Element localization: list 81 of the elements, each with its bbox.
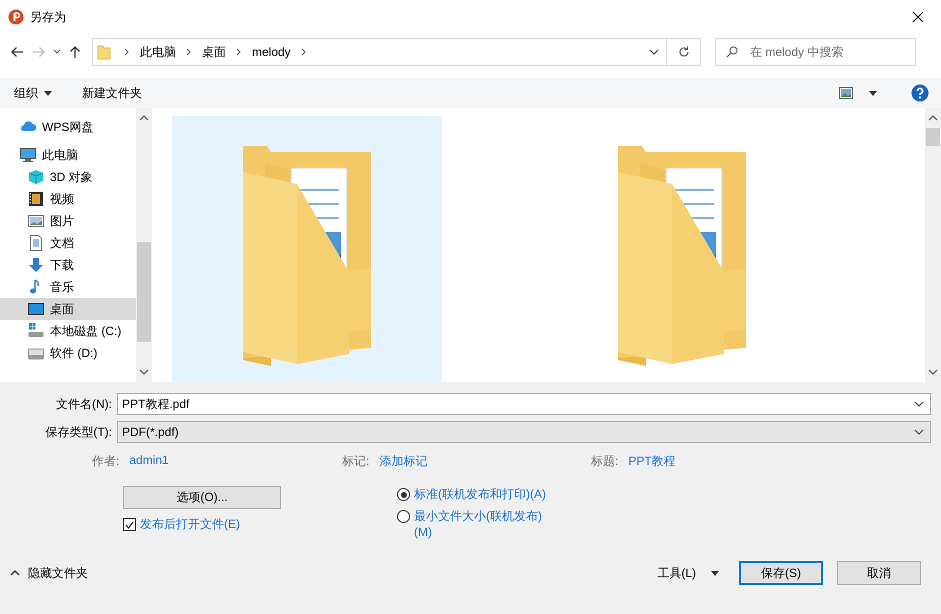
property-value[interactable]: 添加标记 [379,453,428,470]
sidebar-item[interactable]: 3D 对象 [0,166,136,188]
chevron-up-icon [928,114,938,122]
arrow-left-icon [10,46,24,58]
radio-option[interactable]: 最小文件大小(联机发布)(M) [397,508,549,540]
open-after-checkbox[interactable]: 发布后打开文件(E) [123,516,240,533]
arrow-up-icon [69,45,81,59]
breadcrumb-item[interactable]: 桌面 [199,44,229,60]
file-type-label: 保存类型(T): [44,424,113,440]
content-scrollbar[interactable] [925,108,941,382]
sidebar-item[interactable]: 本地磁盘 (C:) [0,320,136,342]
sidebar-item[interactable]: 桌面 [0,298,136,320]
sidebar-item[interactable]: 图片 [0,210,136,232]
chevron-down-icon [139,368,149,376]
arrow-down-icon [28,257,44,273]
chevron-right-icon [186,48,192,56]
breadcrumb-item[interactable]: melody [249,45,294,59]
navigation-scrollbar[interactable] [136,108,152,382]
chevron-right-icon [236,48,242,56]
scrollbar-thumb[interactable] [137,242,151,342]
drive-icon [28,323,44,339]
property-value[interactable]: admin1 [129,453,169,470]
search-icon [726,46,738,58]
chevron-up-icon [139,114,149,122]
save-button[interactable]: 保存(S) [739,561,823,585]
breadcrumb-item[interactable]: 此电脑 [137,44,179,60]
sidebar-item[interactable]: 音乐 [0,276,136,298]
cancel-button[interactable]: 取消 [837,561,921,585]
search-field[interactable]: 在 melody 中搜索 [748,44,912,60]
help-button[interactable] [911,84,929,102]
picture-icon [28,213,44,229]
arrow-right-icon [32,46,46,58]
file-type-dropdown[interactable]: PDF(*.pdf) [117,421,931,443]
document-icon [28,235,44,251]
new-folder-button[interactable]: 新建文件夹 [82,84,142,102]
chevron-down-icon [914,429,924,435]
radio-option[interactable]: 标准(联机发布和打印)(A) [397,486,549,502]
property-value[interactable]: PPT教程 [628,453,676,470]
chevron-down-icon [53,49,61,55]
property-label: 作者: [92,453,120,470]
image-icon [839,87,853,99]
chevron-down-icon [649,49,659,55]
address-bar[interactable]: 此电脑 桌面 melody [92,38,667,66]
folder-item[interactable] [172,116,442,382]
caret-icon [869,90,877,96]
sidebar-item[interactable]: 此电脑 [0,144,136,166]
sidebar-item[interactable]: 视频 [0,188,136,210]
window-title: 另存为 [30,8,66,26]
hide-folders-button[interactable]: 隐藏文件夹 [10,564,88,582]
organize-menu[interactable]: 组织 [14,84,52,102]
chevron-up-icon [10,570,20,576]
filename-label: 文件名(N): [55,396,113,412]
sidebar-item[interactable]: 下载 [0,254,136,276]
scrollbar-thumb[interactable] [926,128,940,146]
help-icon [911,84,929,102]
computer-icon [20,147,36,163]
chevron-down-icon [914,401,924,407]
search-box[interactable]: 在 melody 中搜索 [715,38,916,66]
caret-icon [711,570,719,576]
filename-field[interactable]: PPT教程.pdf [117,393,931,415]
checkmark-icon [125,520,134,528]
caret-icon [44,90,52,96]
tools-button[interactable]: 工具(L) [657,564,696,582]
refresh-button[interactable] [667,38,701,66]
chevron-down-icon [928,368,938,376]
app-icon [8,9,24,25]
sidebar-item[interactable]: 软件 (D:) [0,342,136,364]
options-button[interactable]: 选项(O)... [123,486,281,509]
chevron-right-icon [300,48,307,56]
refresh-icon [678,46,690,58]
view-menu[interactable] [839,87,877,99]
close-icon [912,11,924,23]
monitor-icon [28,301,44,317]
folder-icon [97,44,111,60]
property-label: 标题: [591,453,618,470]
film-icon [28,191,44,207]
property-label: 标记: [342,453,370,470]
sidebar-item[interactable]: 文档 [0,232,136,254]
cube-icon [28,169,44,185]
sidebar-item[interactable]: WPS网盘 [0,116,136,138]
chevron-right-icon [124,48,130,56]
